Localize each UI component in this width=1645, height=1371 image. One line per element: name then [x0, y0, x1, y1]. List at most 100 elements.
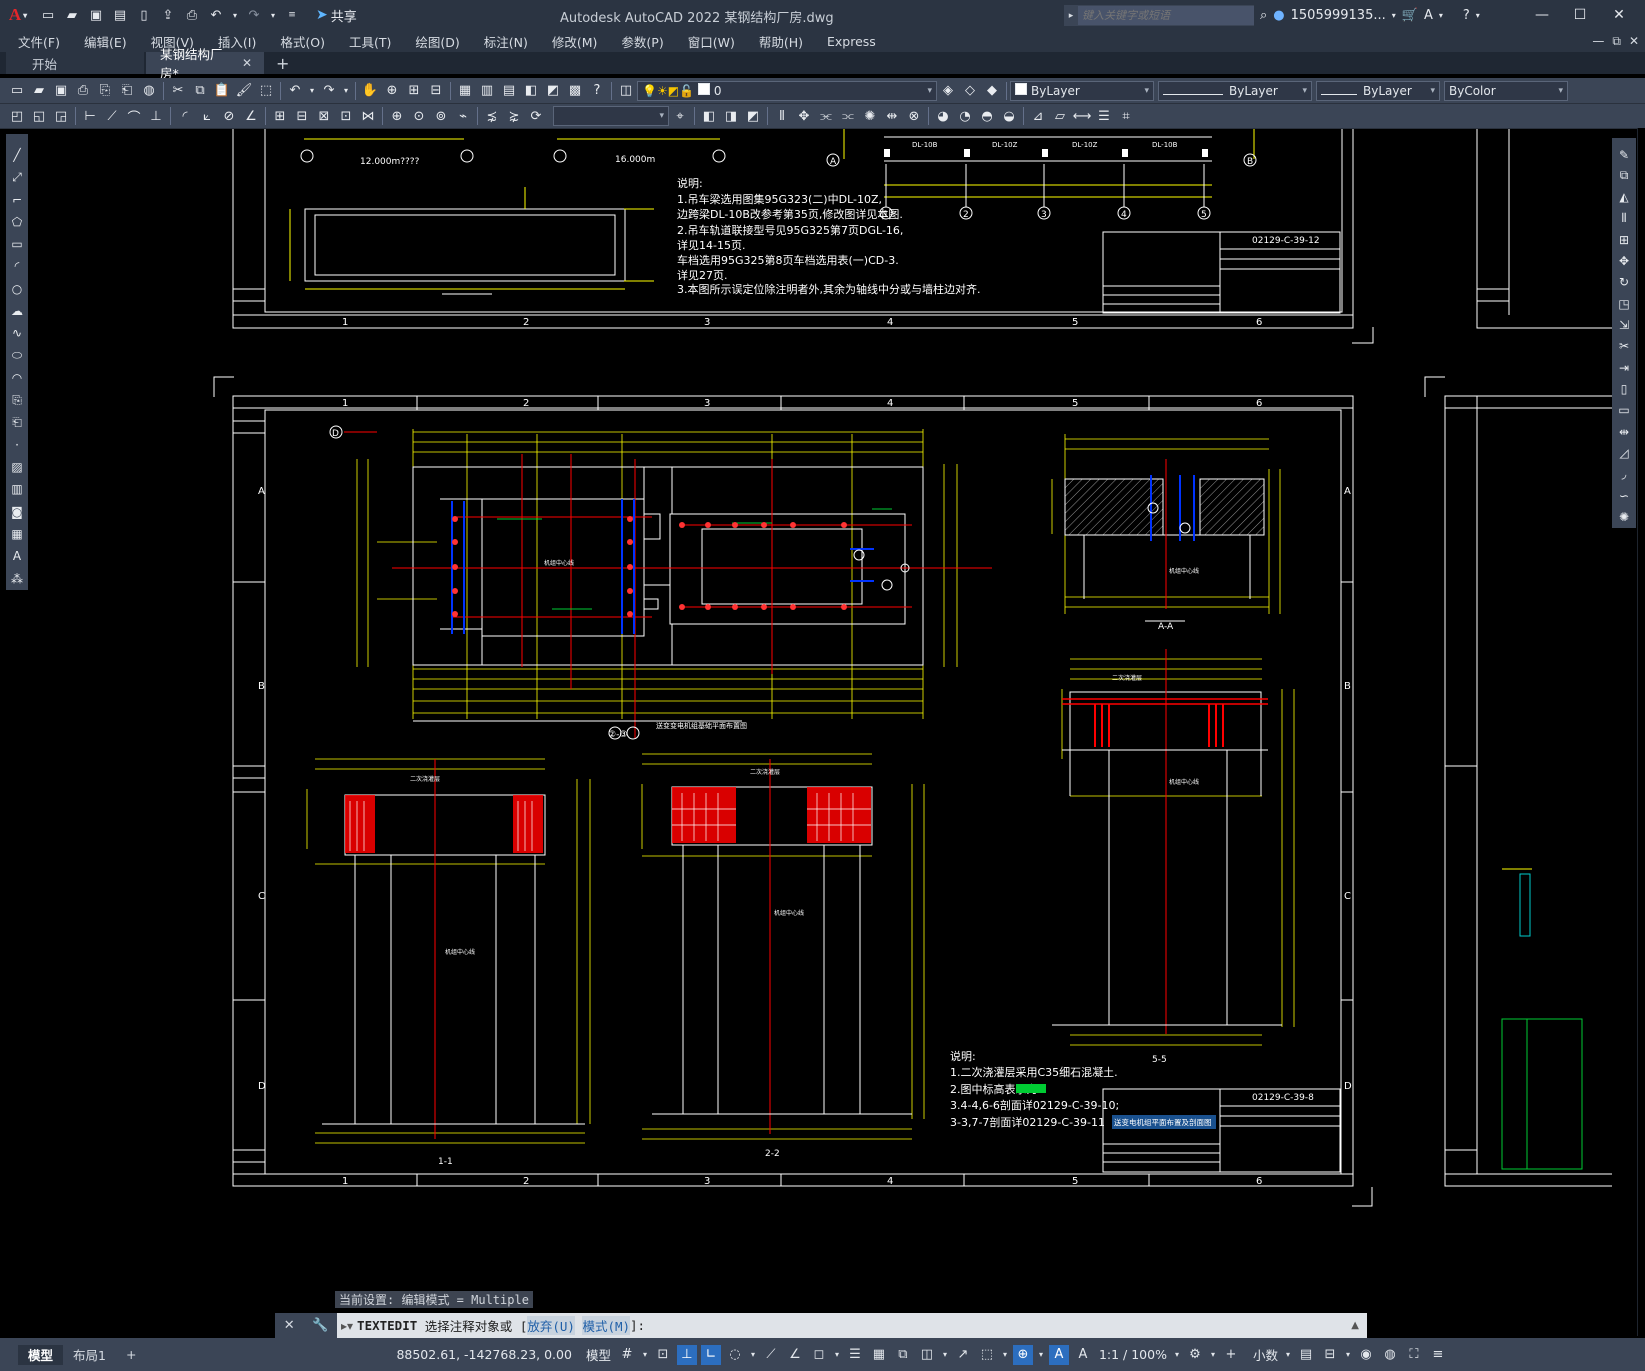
user-dropdown-icon[interactable]: ▾ [1392, 11, 1396, 20]
plot-preview-icon[interactable]: ⎘ [96, 82, 114, 100]
markup-icon[interactable]: ◩ [544, 82, 562, 100]
print-icon[interactable]: ⎙ [182, 5, 202, 25]
tab-model[interactable]: 模型 [18, 1344, 64, 1365]
annotation-visibility-icon[interactable]: ⊕ [1012, 1344, 1033, 1365]
break-object-icon[interactable]: ▭ [1615, 402, 1633, 419]
wipeout-icon[interactable]: ◓ [978, 107, 996, 125]
line-icon[interactable]: ╱ [8, 146, 26, 164]
tab-start[interactable]: 开始 [6, 52, 144, 74]
linear-dim-icon[interactable]: ⊢ [81, 107, 99, 125]
angular-dim-icon[interactable]: ∠ [242, 107, 260, 125]
layer-dropdown[interactable]: 💡☀◩🔓 0 ▾ [637, 80, 937, 101]
arc-length-icon[interactable]: ⌒ [125, 107, 143, 126]
plot-icon[interactable]: ⎙ [74, 82, 92, 100]
ellipse-arc-icon[interactable]: ◠ [8, 369, 26, 387]
paste-icon[interactable]: 📋 [213, 82, 231, 100]
explode-object-icon[interactable]: ✺ [1615, 509, 1633, 526]
lock-dropdown-icon[interactable]: ▾ [1344, 1345, 1352, 1365]
circle-icon[interactable]: ○ [8, 280, 26, 298]
annotation-dropdown-icon[interactable]: ▾ [1037, 1345, 1045, 1365]
workspace-dropdown-icon[interactable]: ▾ [1209, 1345, 1217, 1365]
maximize-button[interactable]: ☐ [1561, 0, 1599, 30]
draw-order-above-icon[interactable]: ◩ [744, 107, 762, 125]
lengthen-icon[interactable]: ⇹ [883, 107, 901, 125]
menu-edit[interactable]: 编辑(E) [84, 32, 127, 51]
command-option-undo[interactable]: 放弃(U) [527, 1316, 575, 1335]
tab-close-icon[interactable]: ✕ [242, 56, 252, 70]
blend-curves-icon[interactable]: ∽ [1615, 487, 1633, 504]
polar-dropdown-icon[interactable]: ▾ [749, 1345, 757, 1365]
cart-icon[interactable]: 🛒 [1402, 8, 1418, 23]
move-object-icon[interactable]: ✥ [1615, 253, 1633, 270]
selection-filter-icon[interactable]: ⬚ [977, 1345, 997, 1365]
autocad-logo-icon[interactable]: A ▾ [0, 0, 36, 30]
open-icon[interactable]: ▰ [30, 82, 48, 100]
distance-icon[interactable]: ⟷ [1073, 107, 1092, 125]
eraser-icon[interactable]: ◔ [956, 107, 974, 125]
model-space-toggle[interactable]: 模型 [586, 1345, 611, 1364]
extend-icon[interactable]: ⇥ [1615, 359, 1633, 376]
tab-layout1[interactable]: 布局1 [63, 1345, 116, 1365]
infer-constraints-icon[interactable]: ⊥ [676, 1344, 697, 1365]
polyline-icon[interactable]: ⌐ [8, 191, 26, 209]
properties-icon[interactable]: ▦ [456, 82, 474, 100]
align-icon[interactable]: ⫴ [773, 107, 791, 125]
add-selected-icon[interactable]: ⁂ [8, 570, 26, 588]
search-icon[interactable]: ⌕ [1260, 8, 1267, 23]
text-edit-icon[interactable]: ◕ [934, 107, 952, 125]
add-layout-button[interactable]: + [116, 1345, 146, 1365]
baseline-dim-icon[interactable]: ⊟ [293, 107, 311, 125]
command-line[interactable]: ✕ 🔧 ▸▾ TEXTEDIT 选择注释对象或 [ 放弃(U) 模式(M) ]:… [275, 1313, 1367, 1338]
lineweight-dropdown[interactable]: ByLayer ▾ [1316, 80, 1440, 101]
command-history-up-icon[interactable]: ▲ [1351, 1320, 1359, 1331]
drawing-canvas[interactable]: 1 2 3 4 5 6 12.000m???? 16.000m 说明: 1.吊车… [32, 129, 1612, 1337]
customize-qat-icon[interactable]: ≡ [282, 5, 302, 25]
continue-dim-icon[interactable]: ⊠ [315, 107, 333, 125]
open-folder-icon[interactable]: ▰ [62, 5, 82, 25]
cut-icon[interactable]: ✂ [169, 82, 187, 100]
command-prompt-icon[interactable]: ▸▾ [341, 1319, 353, 1333]
annotation-scale-value[interactable]: 1:1 / 100% [1099, 1347, 1167, 1362]
group-icon[interactable]: ◒ [1000, 107, 1018, 125]
doc-restore-icon[interactable]: ⧉ [1612, 34, 1621, 49]
quick-dim-icon[interactable]: ⊞ [271, 107, 289, 125]
menu-format[interactable]: 格式(O) [280, 32, 325, 51]
workspace-icon[interactable]: ◰ [8, 107, 26, 125]
menu-window[interactable]: 窗口(W) [688, 32, 735, 51]
zoom-window-icon[interactable]: ⊞ [405, 82, 423, 100]
layer-previous-icon[interactable]: ◇ [961, 82, 979, 100]
layer-walk-icon[interactable]: ◱ [30, 107, 48, 125]
hardware-acceleration-icon[interactable]: ◍ [1380, 1345, 1400, 1365]
dim-space-icon[interactable]: ⊡ [337, 107, 355, 125]
fillet-icon[interactable]: ◞ [1615, 466, 1633, 483]
copy-icon[interactable]: ⧉ [191, 82, 209, 100]
quickcalc-icon[interactable]: ▩ [566, 82, 584, 100]
inspect-icon[interactable]: ⊚ [432, 107, 450, 125]
jogged-dim-icon[interactable]: ⟀ [198, 107, 216, 125]
draw-order-front-icon[interactable]: ◧ [700, 107, 718, 125]
rotate-icon[interactable]: ↻ [1615, 274, 1633, 291]
object-snap-icon[interactable]: ◻ [809, 1345, 829, 1365]
new-icon[interactable]: ▭ [8, 82, 26, 100]
diameter-dim-icon[interactable]: ⊘ [220, 107, 238, 125]
layer-iso-icon[interactable]: ◲ [52, 107, 70, 125]
layer-properties-icon[interactable]: ◫ [617, 82, 635, 100]
save-icon[interactable]: ▣ [52, 82, 70, 100]
customization-icon[interactable]: ≡ [1428, 1345, 1448, 1365]
block-editor-icon[interactable]: ⬚ [257, 82, 275, 100]
snap-mode-icon[interactable]: ⊡ [653, 1345, 673, 1365]
overkill-icon[interactable]: ⊗ [905, 107, 923, 125]
spline-icon[interactable]: ∿ [8, 324, 26, 342]
auto-scale-icon[interactable]: A [1048, 1344, 1069, 1365]
grid-dropdown-icon[interactable]: ▾ [641, 1345, 649, 1365]
doc-minimize-icon[interactable]: — [1592, 34, 1604, 48]
menu-tools[interactable]: 工具(T) [349, 32, 391, 51]
dim-edit-icon[interactable]: ⋨ [483, 107, 501, 125]
new-file-icon[interactable]: ▭ [38, 5, 58, 25]
make-block-icon[interactable]: ⎗ [8, 414, 26, 432]
lock-ui-icon[interactable]: ⊟ [1320, 1345, 1340, 1365]
ordinate-dim-icon[interactable]: ⊥ [147, 107, 165, 125]
undo-dropdown-icon[interactable]: ▾ [308, 82, 316, 100]
region-icon[interactable]: ◙ [8, 503, 26, 521]
redo-icon[interactable]: ↷ [244, 5, 264, 25]
